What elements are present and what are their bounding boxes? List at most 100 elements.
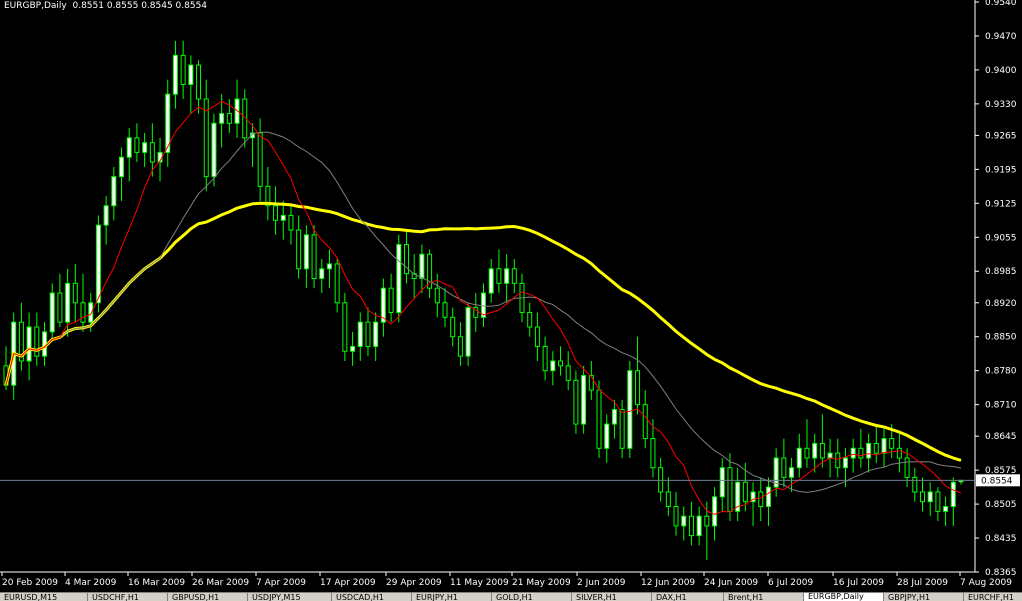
candle-body <box>488 268 494 294</box>
candle-body <box>226 113 232 124</box>
candle-body <box>172 54 178 95</box>
candle-body <box>134 137 140 153</box>
candle-body <box>257 132 263 187</box>
time-tick-label: 11 May 2009 <box>450 578 509 588</box>
candle-body <box>896 447 902 459</box>
candle-body <box>280 214 286 221</box>
candle-body <box>758 491 764 508</box>
candle-body <box>573 379 579 425</box>
candle-body <box>704 515 710 527</box>
candle-body <box>550 360 556 372</box>
candle-body <box>881 438 887 454</box>
candle-body <box>542 345 548 372</box>
candle-body <box>72 282 78 304</box>
candle-body <box>650 438 656 469</box>
candle-body <box>457 336 463 357</box>
candle-body <box>373 321 379 347</box>
candle-body <box>781 457 787 478</box>
candle-body <box>873 442 879 454</box>
candle-body <box>142 142 148 153</box>
candle-body <box>904 457 910 478</box>
candle-body <box>511 268 517 284</box>
candle-body <box>534 326 540 347</box>
candle-body <box>719 467 725 498</box>
ma-slow-line <box>4 201 962 462</box>
time-tick-label: 4 Mar 2009 <box>65 578 117 588</box>
candle-body <box>673 506 679 527</box>
candle-body <box>103 205 109 226</box>
candle-body <box>357 321 363 347</box>
candle-body <box>866 442 872 459</box>
candle-body <box>296 229 302 270</box>
candle-body <box>889 438 895 449</box>
candle-body <box>450 316 456 338</box>
time-tick-label: 26 Mar 2009 <box>192 578 249 588</box>
candle-body <box>88 302 94 323</box>
time-tick-label: 7 Aug 2009 <box>960 578 1012 588</box>
time-tick-label: 16 Mar 2009 <box>128 578 185 588</box>
candle-body <box>765 486 771 508</box>
candle-body <box>558 360 564 367</box>
candle-body <box>588 375 594 391</box>
candle-body <box>950 481 956 508</box>
candle-body <box>842 457 848 469</box>
candle-body <box>326 263 332 270</box>
price-tick-label: 0.8920 <box>985 299 1017 309</box>
price-tick-label: 0.8780 <box>985 367 1017 377</box>
candle-body <box>681 515 687 527</box>
candle-body <box>742 481 748 503</box>
price-tick-label: 0.9055 <box>985 233 1017 243</box>
candle-body <box>65 282 71 323</box>
candle-body <box>119 156 125 178</box>
candle-body <box>95 224 101 304</box>
candle-body <box>465 307 471 357</box>
candle-body <box>827 452 833 459</box>
time-tick-label: 16 Jul 2009 <box>833 578 884 588</box>
symbol-label: EURGBP,Daily <box>4 1 67 11</box>
time-tick-label: 24 Jun 2009 <box>704 578 758 588</box>
candle-body <box>288 214 294 231</box>
price-tick-label: 0.9470 <box>985 32 1017 42</box>
time-tick-label: 7 Apr 2009 <box>256 578 306 588</box>
time-tick-label: 29 Apr 2009 <box>386 578 442 588</box>
candle-body <box>919 491 925 503</box>
price-tick-label: 0.9265 <box>985 131 1017 141</box>
candle-body <box>927 491 933 503</box>
price-chart[interactable]: 0.9540 0.9470 0.9400 0.9330 0.9265 0.9195 0.91… <box>0 0 1022 592</box>
candle-body <box>596 389 602 449</box>
price-tick-label: 0.8505 <box>985 500 1017 510</box>
time-tick-label: 2 Jun 2009 <box>577 578 626 588</box>
candle-body <box>219 113 225 124</box>
candle-body <box>188 64 194 85</box>
ohlc-values: 0.8551 0.8555 0.8545 0.8554 <box>72 1 208 11</box>
candle-body <box>180 54 186 85</box>
candle-body <box>388 287 394 313</box>
candle-body <box>496 268 502 284</box>
price-tick-label: 0.9330 <box>985 100 1017 110</box>
candle-body <box>727 467 733 512</box>
price-tick-label: 0.8985 <box>985 267 1017 277</box>
candle-body <box>504 268 510 284</box>
candle-body <box>334 263 340 304</box>
candle-body <box>196 64 202 100</box>
time-tick-label: 20 Feb 2009 <box>2 578 58 588</box>
candle-body <box>273 205 279 221</box>
candle-body <box>943 506 949 512</box>
time-tick-label: 17 Apr 2009 <box>320 578 376 588</box>
price-tick-label: 0.8710 <box>985 401 1017 411</box>
candle-body <box>611 408 617 425</box>
candle-body <box>789 467 795 478</box>
candle-body <box>819 442 825 459</box>
chart-window[interactable]: 0.9540 0.9470 0.9400 0.9330 0.9265 0.9195 0.91… <box>0 0 1022 592</box>
candle-body <box>49 292 55 333</box>
candle-body <box>311 234 317 280</box>
candle-body <box>396 244 402 313</box>
price-tick-label: 0.8365 <box>985 568 1017 578</box>
candle-body <box>712 496 718 527</box>
candle-body <box>527 311 533 328</box>
price-tick-label: 0.8645 <box>985 432 1017 442</box>
time-tick-label: 6 Jul 2009 <box>768 578 813 588</box>
candle-body <box>211 122 217 178</box>
candle-body <box>565 365 571 381</box>
candle-body <box>858 447 864 459</box>
